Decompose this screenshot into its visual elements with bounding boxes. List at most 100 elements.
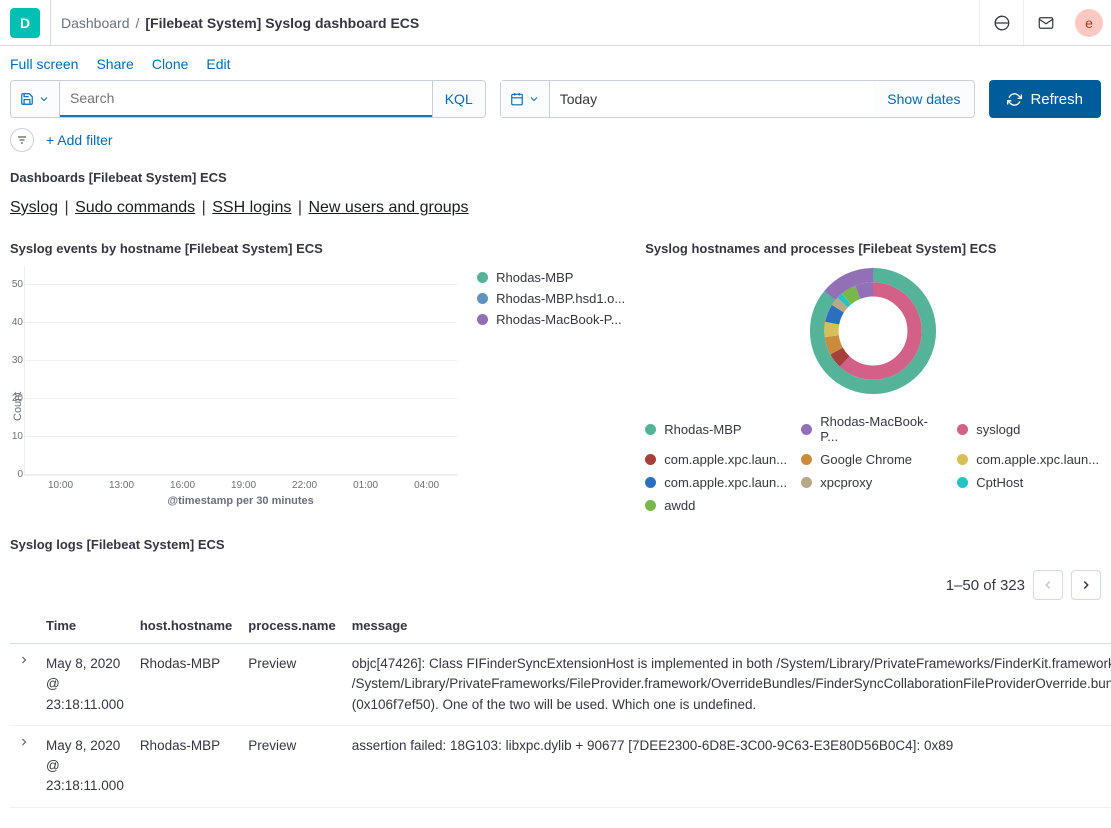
filter-bar: + Add filter bbox=[0, 128, 1111, 164]
legend-label: Google Chrome bbox=[820, 452, 912, 467]
legend-label: Rhodas-MBP bbox=[664, 422, 741, 437]
chevron-left-icon bbox=[1041, 578, 1055, 592]
avatar-letter: e bbox=[1085, 15, 1093, 31]
x-ticks: 10:0013:0016:0019:0022:0001:0004:00 bbox=[24, 480, 457, 491]
swatch-icon bbox=[645, 477, 656, 488]
swatch-icon bbox=[801, 477, 812, 488]
prev-page-button[interactable] bbox=[1033, 570, 1063, 600]
col-time[interactable]: Time bbox=[38, 608, 132, 644]
share-button[interactable]: Share bbox=[96, 56, 133, 72]
legend-item[interactable]: Rhodas-MacBook-P... bbox=[801, 414, 941, 444]
dashboard-nav-links: Syslog | Sudo commands | SSH logins | Ne… bbox=[10, 195, 1101, 235]
breadcrumb: Dashboard / [Filebeat System] Syslog das… bbox=[50, 0, 979, 45]
add-filter-button[interactable]: + Add filter bbox=[46, 132, 113, 148]
col-proc[interactable]: process.name bbox=[240, 608, 343, 644]
nav-syslog[interactable]: Syslog bbox=[10, 199, 58, 216]
mail-icon[interactable] bbox=[1023, 0, 1067, 45]
search-box: KQL bbox=[10, 80, 486, 118]
cell-msg: objc[47426]: Class FIFinderSyncExtension… bbox=[344, 644, 1111, 726]
legend-item[interactable]: syslogd bbox=[957, 414, 1097, 444]
date-picker-button[interactable] bbox=[501, 81, 550, 117]
legend-label: awdd bbox=[664, 498, 695, 513]
legend-item[interactable]: Rhodas-MBP.hsd1.o... bbox=[477, 291, 625, 306]
date-value[interactable]: Today bbox=[550, 81, 874, 117]
clone-button[interactable]: Clone bbox=[152, 56, 189, 72]
legend-label: syslogd bbox=[976, 422, 1020, 437]
cell-host: Rhodas-MBP bbox=[132, 725, 240, 807]
legend-item[interactable]: Rhodas-MBP bbox=[477, 270, 625, 285]
donut-panel-title: Syslog hostnames and processes [Filebeat… bbox=[645, 235, 1101, 266]
swatch-icon bbox=[801, 454, 812, 465]
legend-item[interactable]: Rhodas-MacBook-P... bbox=[477, 312, 625, 327]
nav-ssh[interactable]: SSH logins bbox=[212, 199, 291, 216]
cell-time: May 8, 2020 @ 23:18:11.000 bbox=[38, 644, 132, 726]
avatar[interactable]: e bbox=[1075, 9, 1103, 37]
table-row: May 8, 2020 @ 23:18:11.000Rhodas-MBPPrev… bbox=[10, 644, 1111, 726]
legend-item[interactable]: Google Chrome bbox=[801, 452, 941, 467]
newsfeed-icon[interactable] bbox=[979, 0, 1023, 45]
legend-label: com.apple.xpc.laun... bbox=[664, 475, 787, 490]
bar-legend: Rhodas-MBP Rhodas-MBP.hsd1.o... Rhodas-Mac… bbox=[457, 266, 625, 507]
swatch-icon bbox=[957, 424, 968, 435]
legend-item[interactable]: xpcproxy bbox=[801, 475, 941, 490]
nav-sudo[interactable]: Sudo commands bbox=[75, 199, 195, 216]
donut-chart[interactable] bbox=[808, 266, 938, 396]
cell-msg: assertion failed: 18G103: libxpc.dylib +… bbox=[344, 725, 1111, 807]
breadcrumb-sep: / bbox=[136, 15, 140, 31]
bar-chart[interactable]: 01020304050 10:0013:0016:0019:0022:0001:… bbox=[24, 266, 457, 507]
calendar-icon bbox=[510, 92, 524, 106]
chevron-down-icon bbox=[38, 93, 50, 105]
legend-item[interactable]: Rhodas-MBP bbox=[645, 414, 785, 444]
top-actions: e bbox=[979, 0, 1111, 45]
x-axis-label: @timestamp per 30 minutes bbox=[24, 495, 457, 507]
legend-label: com.apple.xpc.laun... bbox=[976, 452, 1099, 467]
legend-item[interactable]: com.apple.xpc.laun... bbox=[645, 475, 785, 490]
dashboards-list-title: Dashboards [Filebeat System] ECS bbox=[10, 164, 1101, 195]
swatch-icon bbox=[957, 477, 968, 488]
legend-label: com.apple.xpc.laun... bbox=[664, 452, 787, 467]
refresh-button[interactable]: Refresh bbox=[989, 80, 1101, 118]
disk-icon bbox=[20, 92, 34, 106]
saved-query-button[interactable] bbox=[11, 81, 60, 117]
legend-label: Rhodas-MacBook-P... bbox=[496, 312, 622, 327]
cell-host: Rhodas-MBP bbox=[132, 644, 240, 726]
cell-time: May 8, 2020 @ 23:18:11.000 bbox=[38, 725, 132, 807]
donut-legend: Rhodas-MBP Rhodas-MacBook-P... syslogd com.… bbox=[645, 414, 1101, 513]
next-page-button[interactable] bbox=[1071, 570, 1101, 600]
col-msg[interactable]: message bbox=[344, 608, 1111, 644]
swatch-icon bbox=[645, 424, 656, 435]
edit-button[interactable]: Edit bbox=[206, 56, 230, 72]
kql-toggle[interactable]: KQL bbox=[432, 81, 485, 117]
top-bar: D Dashboard / [Filebeat System] Syslog d… bbox=[0, 0, 1111, 46]
legend-label: CptHost bbox=[976, 475, 1023, 490]
chevron-right-icon bbox=[1079, 578, 1093, 592]
page-title: [Filebeat System] Syslog dashboard ECS bbox=[145, 15, 419, 31]
legend-item[interactable]: com.apple.xpc.laun... bbox=[957, 452, 1097, 467]
expand-row-icon[interactable] bbox=[18, 654, 30, 666]
app-letter: D bbox=[20, 15, 30, 31]
filter-options-icon[interactable] bbox=[10, 128, 34, 152]
swatch-icon bbox=[477, 293, 488, 304]
swatch-icon bbox=[477, 314, 488, 325]
legend-item[interactable]: CptHost bbox=[957, 475, 1097, 490]
dashboard-menubar: Full screen Share Clone Edit bbox=[0, 46, 1111, 80]
col-host[interactable]: host.hostname bbox=[132, 608, 240, 644]
breadcrumb-root[interactable]: Dashboard bbox=[61, 15, 130, 31]
refresh-label: Refresh bbox=[1030, 91, 1083, 108]
date-box: Today Show dates bbox=[500, 80, 976, 118]
fullscreen-button[interactable]: Full screen bbox=[10, 56, 78, 72]
logs-panel-title: Syslog logs [Filebeat System] ECS bbox=[10, 531, 1101, 562]
swatch-icon bbox=[957, 454, 968, 465]
swatch-icon bbox=[477, 272, 488, 283]
app-icon[interactable]: D bbox=[10, 8, 40, 38]
search-input[interactable] bbox=[60, 81, 432, 117]
nav-users[interactable]: New users and groups bbox=[308, 199, 468, 216]
legend-item[interactable]: com.apple.xpc.laun... bbox=[645, 452, 785, 467]
show-dates-link[interactable]: Show dates bbox=[873, 91, 974, 107]
cell-proc: Preview bbox=[240, 644, 343, 726]
cell-proc: Preview bbox=[240, 725, 343, 807]
query-bar: KQL Today Show dates Refresh bbox=[0, 80, 1111, 128]
table-row: May 8, 2020 @ 23:18:11.000Rhodas-MBPPrev… bbox=[10, 725, 1111, 807]
legend-item[interactable]: awdd bbox=[645, 498, 785, 513]
expand-row-icon[interactable] bbox=[18, 736, 30, 748]
